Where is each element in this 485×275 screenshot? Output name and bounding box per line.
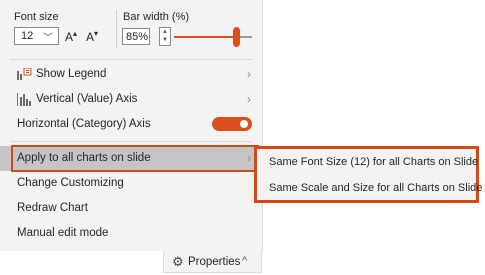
gear-icon: ⚙ xyxy=(172,254,184,269)
grow-font-button[interactable]: A▴ xyxy=(65,29,77,44)
menu-item-label: Apply to all charts on slide xyxy=(17,152,151,164)
menu-item-label: Redraw Chart xyxy=(17,202,88,214)
menu-item-label: Vertical (Value) Axis xyxy=(36,93,138,105)
properties-button[interactable]: ⚙ Properties ^ xyxy=(163,251,262,273)
shrink-arrow-icon: ▾ xyxy=(94,29,99,38)
legend-icon xyxy=(17,68,32,80)
menu-divider xyxy=(10,141,252,142)
submenu-item-same-font-size[interactable]: Same Font Size (12) for all Charts on Sl… xyxy=(257,150,479,175)
grow-arrow-icon: ▴ xyxy=(73,29,78,38)
chevron-right-icon: › xyxy=(247,151,251,165)
chevron-up-icon: ^ xyxy=(242,255,248,267)
bar-axis-icon xyxy=(17,93,31,106)
font-size-value: 12 xyxy=(21,30,34,42)
toolbar-divider xyxy=(116,10,117,48)
menu-item-label: Horizontal (Category) Axis xyxy=(17,118,151,130)
menu-item-change-customizing[interactable]: Change Customizing xyxy=(0,171,262,196)
chevron-right-icon: › xyxy=(247,92,251,106)
spin-up-icon[interactable]: ▲ xyxy=(160,28,170,36)
chevron-down-icon: ﹀ xyxy=(43,33,53,44)
menu-item-label: Show Legend xyxy=(36,68,107,80)
menu-item-label: Manual edit mode xyxy=(17,227,109,239)
menu-item-vertical-axis[interactable]: Vertical (Value) Axis › xyxy=(0,87,262,112)
chevron-right-icon: › xyxy=(247,67,251,81)
submenu-item-label: Same Scale and Size for all Charts on Sl… xyxy=(269,182,483,194)
menu-item-show-legend[interactable]: Show Legend › xyxy=(0,62,262,87)
menu-divider xyxy=(10,59,252,60)
bar-width-slider[interactable] xyxy=(174,27,252,47)
bar-width-input[interactable]: 85% xyxy=(122,28,150,45)
bar-width-spinner[interactable]: ▲ ▼ xyxy=(159,27,171,46)
submenu-item-label: Same Font Size (12) for all Charts on Sl… xyxy=(269,156,479,168)
font-size-label: Font size xyxy=(14,11,59,23)
menu-item-redraw-chart[interactable]: Redraw Chart xyxy=(0,196,262,221)
bar-width-value: 85% xyxy=(126,31,149,43)
bar-width-label: Bar width (%) xyxy=(123,11,190,23)
menu-item-apply-all-charts[interactable]: Apply to all charts on slide › xyxy=(0,146,262,171)
horizontal-axis-toggle[interactable] xyxy=(212,117,252,131)
menu-item-manual-edit[interactable]: Manual edit mode xyxy=(0,221,262,246)
menu-item-label: Change Customizing xyxy=(17,177,124,189)
submenu-item-same-scale-size[interactable]: Same Scale and Size for all Charts on Sl… xyxy=(257,176,482,201)
font-size-select[interactable]: 12 ﹀ xyxy=(14,27,59,45)
context-menu: Font size 12 ﹀ A▴ A▾ Bar width (%) 85% ▲… xyxy=(0,0,263,251)
spin-down-icon[interactable]: ▼ xyxy=(160,36,170,44)
menu-item-horizontal-axis[interactable]: Horizontal (Category) Axis xyxy=(0,112,262,137)
slider-fill xyxy=(174,36,236,38)
properties-label: Properties xyxy=(188,256,241,268)
apply-all-submenu: Same Font Size (12) for all Charts on Sl… xyxy=(254,146,482,203)
shrink-font-button[interactable]: A▾ xyxy=(86,29,98,44)
slider-thumb[interactable] xyxy=(233,27,240,47)
